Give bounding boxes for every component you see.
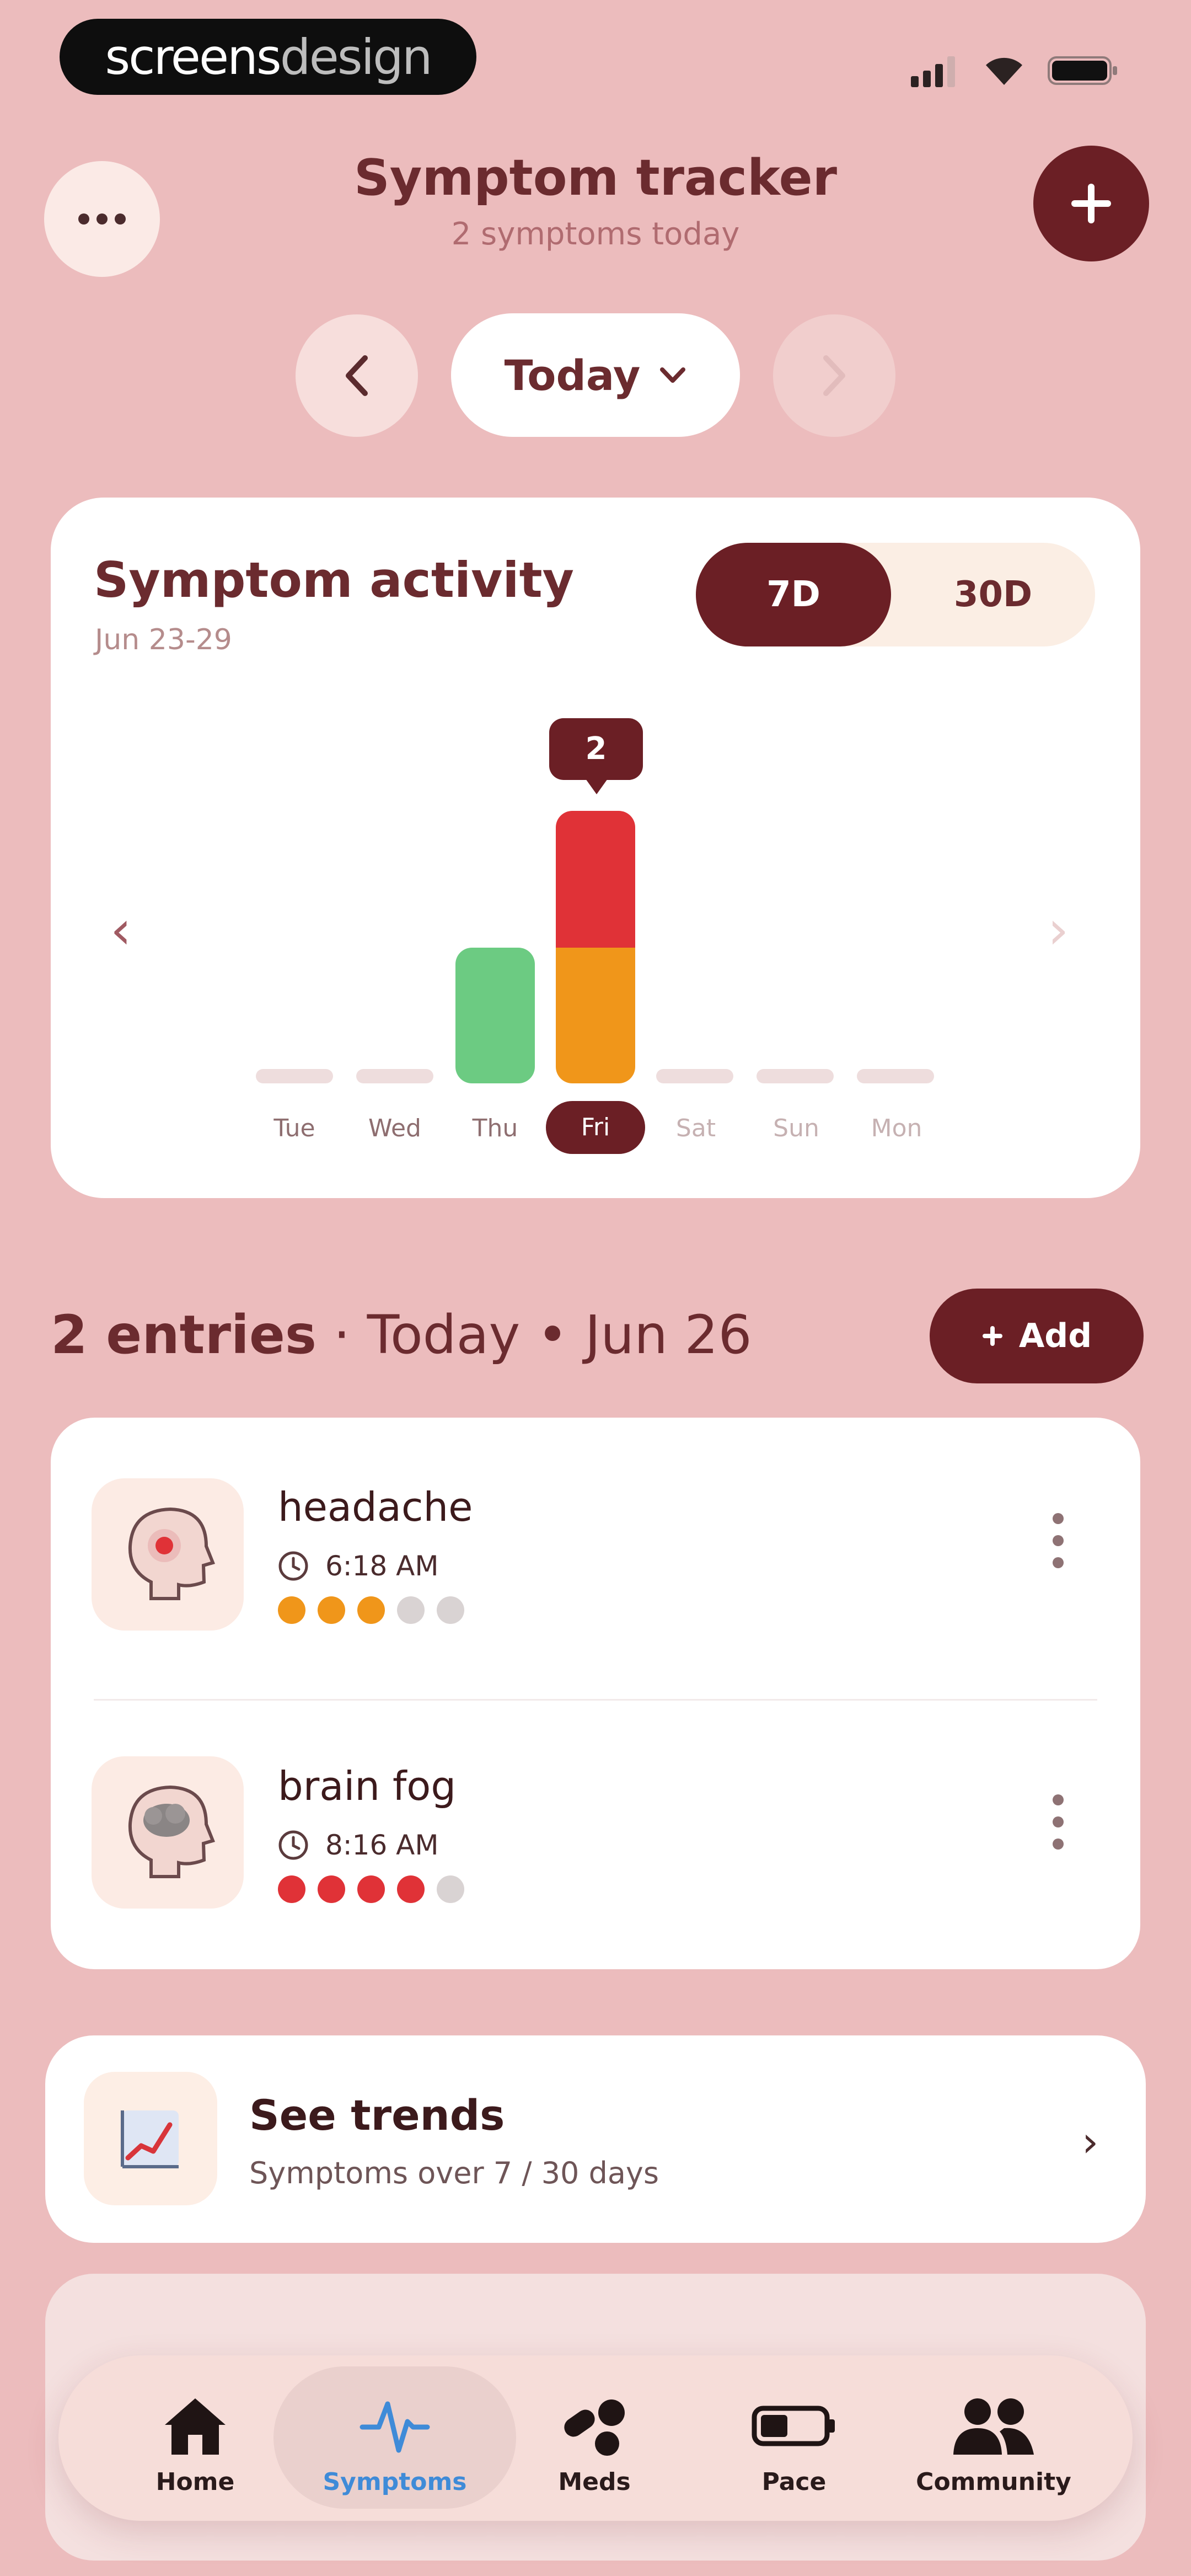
severity-dots [278, 1596, 464, 1624]
tab-label: Meds [558, 2467, 631, 2496]
chevron-left-icon [346, 355, 368, 396]
chevron-right-icon: › [1082, 2117, 1099, 2166]
severity-dot [357, 1875, 385, 1903]
pulse-icon [360, 2401, 430, 2452]
tab-label: Home [155, 2467, 235, 2496]
clock-icon [278, 1551, 308, 1581]
battery-pace-icon [752, 2406, 835, 2446]
chevron-down-icon [660, 367, 686, 383]
severity-dot [318, 1596, 345, 1624]
activity-title: Symptom activity [94, 552, 575, 608]
wifi-icon [986, 57, 1022, 85]
day-label-wed: Wed [368, 1114, 421, 1142]
activity-range: Jun 23-29 [95, 623, 232, 656]
entries-count: 2 entries [51, 1304, 317, 1366]
entry-name: headache [278, 1484, 473, 1530]
tab-label: Community [916, 2467, 1071, 2496]
entry-name: brain fog [278, 1763, 457, 1809]
severity-dots [278, 1875, 464, 1903]
entries-date: Today • Jun 26 [367, 1304, 752, 1366]
chart-prev-icon[interactable]: ‹ [110, 899, 131, 961]
day-label-mon: Mon [871, 1114, 922, 1142]
bar-empty-sat [656, 1069, 733, 1083]
pills-icon [564, 2399, 625, 2456]
bar-thu-green [455, 948, 535, 1083]
status-icons [911, 49, 1119, 93]
tab-label: Symptoms [323, 2467, 467, 2496]
trend-chart-icon [84, 2072, 217, 2205]
entries-heading: 2 entries · Today • Jun 26 [51, 1304, 752, 1366]
date-label: Today [504, 350, 641, 400]
signal-icon [911, 56, 955, 87]
severity-dot [278, 1875, 305, 1903]
brand-text-right: design [280, 28, 433, 85]
chevron-right-icon [823, 355, 845, 396]
severity-dot [278, 1596, 305, 1624]
divider [94, 1699, 1097, 1701]
tab-pace[interactable]: Pace [695, 2381, 893, 2508]
add-symptom-button[interactable] [1033, 146, 1149, 261]
entry-time-text: 6:18 AM [325, 1550, 439, 1582]
people-icon [953, 2398, 1034, 2455]
brand-badge: screens design [60, 19, 476, 95]
plus-icon [982, 1326, 1002, 1346]
add-entry-label: Add [1018, 1317, 1092, 1355]
bar-empty-mon [857, 1069, 934, 1083]
clock-icon [278, 1830, 308, 1860]
add-entry-button[interactable]: Add [930, 1289, 1144, 1383]
bar-empty-wed [356, 1069, 433, 1083]
tab-symptoms[interactable]: Symptoms [296, 2381, 494, 2508]
bar-empty-sun [757, 1069, 834, 1083]
tab-label: Pace [761, 2467, 827, 2496]
brand-text-left: screens [105, 28, 281, 85]
brain-fog-head-icon [92, 1756, 244, 1909]
trends-title: See trends [249, 2091, 505, 2140]
page-subtitle: 2 symptoms today [451, 216, 740, 252]
previous-day-button[interactable] [296, 314, 418, 437]
severity-dot [437, 1596, 464, 1624]
bar-fri-orange [556, 947, 635, 1083]
headache-head-icon [92, 1478, 244, 1631]
day-label-sat: Sat [675, 1114, 716, 1142]
day-label-fri[interactable]: Fri [546, 1101, 645, 1154]
tab-home[interactable]: Home [96, 2381, 294, 2508]
tab-meds[interactable]: Meds [495, 2381, 694, 2508]
date-dropdown[interactable]: Today [451, 313, 740, 437]
home-icon [165, 2398, 226, 2455]
day-label-tue: Tue [273, 1114, 315, 1142]
entry-time: 6:18 AM [278, 1550, 439, 1582]
segment-7d[interactable]: 7D [696, 543, 891, 646]
trends-subtitle: Symptoms over 7 / 30 days [249, 2156, 659, 2190]
next-day-button[interactable] [773, 314, 895, 437]
day-label-sun: Sun [773, 1114, 819, 1142]
severity-dot [437, 1875, 464, 1903]
severity-dot [397, 1596, 425, 1624]
tab-community[interactable]: Community [894, 2381, 1093, 2508]
entry-more-icon[interactable] [1050, 1510, 1066, 1584]
entry-time-text: 8:16 AM [325, 1829, 439, 1861]
severity-dot [397, 1875, 425, 1903]
bar-tooltip: 2 [549, 718, 643, 794]
day-label-thu: Thu [472, 1114, 518, 1142]
severity-dot [357, 1596, 385, 1624]
bar-fri-red [556, 811, 635, 948]
entry-more-icon[interactable] [1050, 1792, 1066, 1866]
severity-dot [318, 1875, 345, 1903]
chart-next-icon[interactable]: › [1048, 899, 1069, 961]
bar-empty-tue [256, 1069, 333, 1083]
entry-time: 8:16 AM [278, 1829, 439, 1861]
battery-icon [1048, 56, 1117, 85]
plus-icon [1071, 184, 1111, 223]
segment-30d[interactable]: 30D [891, 543, 1095, 646]
page-title: Symptom tracker [353, 149, 837, 207]
